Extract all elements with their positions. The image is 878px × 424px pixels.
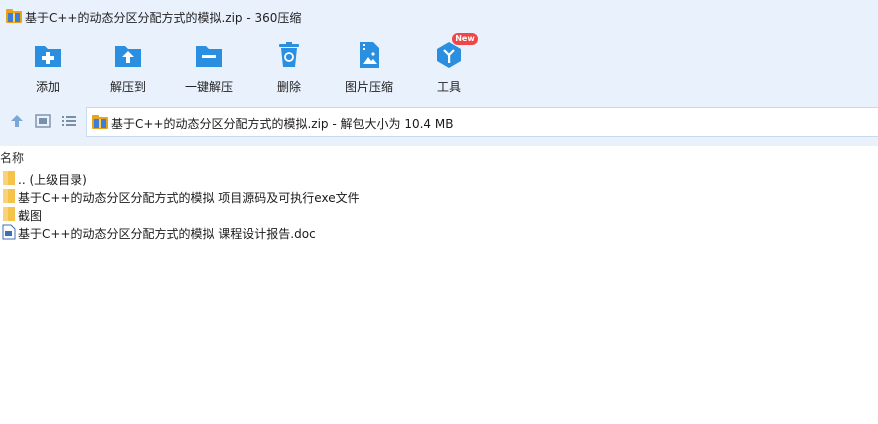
file-name: 基于C++的动态分区分配方式的模拟 项目源码及可执行exe文件 [18, 191, 360, 205]
file-name: 截图 [18, 209, 43, 223]
list-item[interactable]: .. (上级目录) [0, 169, 878, 187]
address-path: 基于C++的动态分区分配方式的模拟.zip - 解包大小为 10.4 MB [111, 117, 454, 131]
zip-archive-icon [6, 9, 22, 23]
add-icon [35, 46, 61, 67]
tools-button[interactable]: 工具 [409, 36, 489, 98]
address-bar[interactable]: 基于C++的动态分区分配方式的模拟.zip - 解包大小为 10.4 MB [86, 107, 878, 137]
top-panel: 基于C++的动态分区分配方式的模拟.zip - 360压缩 添加 解压到 一键解… [0, 0, 878, 146]
add-button[interactable]: 添加 [8, 36, 88, 98]
delete-icon [279, 42, 299, 67]
word-document-icon [2, 224, 16, 240]
list-view-icon[interactable] [61, 113, 77, 129]
toolbar: 添加 解压到 一键解压 删除 图片压缩 工具 [0, 36, 878, 98]
column-name-header[interactable]: 名称 [0, 149, 24, 166]
one-click-extract-icon [196, 46, 222, 67]
list-item[interactable]: 基于C++的动态分区分配方式的模拟 项目源码及可执行exe文件 [0, 187, 878, 205]
thumbnail-view-icon[interactable] [35, 113, 51, 129]
folder-icon [3, 207, 15, 221]
folder-icon [3, 171, 15, 185]
zip-archive-icon [92, 115, 108, 129]
list-item[interactable]: 截图 [0, 205, 878, 223]
list-item[interactable]: 基于C++的动态分区分配方式的模拟 课程设计报告.doc [0, 223, 878, 241]
up-arrow-icon[interactable] [9, 113, 25, 129]
title-bar: 基于C++的动态分区分配方式的模拟.zip - 360压缩 [0, 0, 878, 32]
navigation-row: 基于C++的动态分区分配方式的模拟.zip - 解包大小为 10.4 MB [0, 105, 878, 137]
one-click-extract-button[interactable]: 一键解压 [169, 36, 249, 98]
file-name: .. (上级目录) [18, 173, 87, 187]
file-name: 基于C++的动态分区分配方式的模拟 课程设计报告.doc [18, 227, 316, 241]
extract-to-icon [115, 46, 141, 67]
folder-icon [3, 189, 15, 203]
image-compress-button[interactable]: 图片压缩 [329, 36, 409, 98]
delete-button[interactable]: 删除 [249, 36, 329, 98]
extract-to-button[interactable]: 解压到 [88, 36, 168, 98]
window-title: 基于C++的动态分区分配方式的模拟.zip - 360压缩 [25, 11, 302, 25]
new-badge: New [452, 33, 478, 45]
column-header: 名称 [0, 146, 878, 166]
image-compress-icon [360, 42, 379, 68]
